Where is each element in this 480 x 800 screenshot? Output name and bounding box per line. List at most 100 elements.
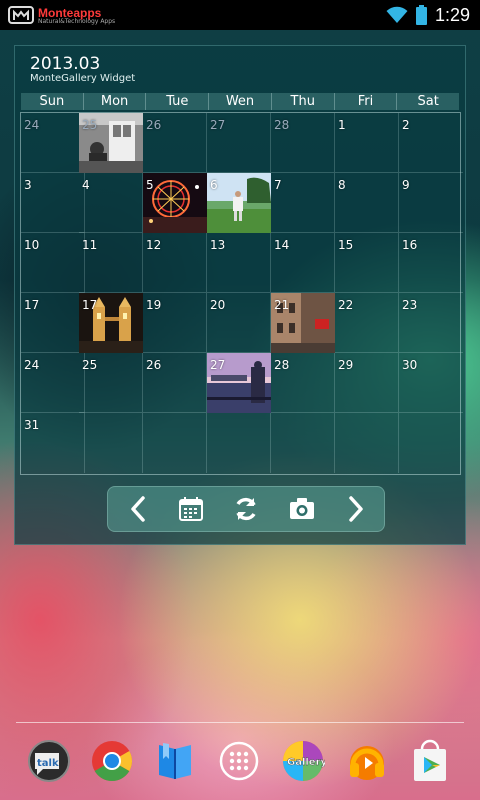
day-number: 13 xyxy=(210,238,226,252)
day-cell[interactable] xyxy=(335,413,399,473)
play-music-app[interactable] xyxy=(345,739,389,783)
widget-month-title: 2013.03 xyxy=(30,54,101,74)
day-number: 25 xyxy=(82,358,98,372)
day-cell[interactable]: 11 xyxy=(79,233,143,293)
headphones-icon xyxy=(350,746,384,780)
day-number: 24 xyxy=(24,358,40,372)
day-cell-photo[interactable]: 25 xyxy=(79,113,143,173)
day-number: 10 xyxy=(24,238,40,252)
day-cell[interactable]: 15 xyxy=(335,233,399,293)
day-number: 20 xyxy=(210,298,226,312)
day-number: 30 xyxy=(402,358,418,372)
day-cell[interactable] xyxy=(143,413,207,473)
day-cell-photo[interactable]: 21 xyxy=(271,293,335,353)
day-number: 23 xyxy=(402,298,418,312)
battery-icon xyxy=(415,5,427,25)
day-number: 22 xyxy=(338,298,354,312)
talk-icon: talk xyxy=(28,740,70,782)
calendar-grid: 24 25 26 27 28 1 2 3 4 5 6 7 8 9 10 11 1… xyxy=(20,112,463,475)
day-number: 27 xyxy=(210,118,226,132)
day-cell[interactable]: 2 xyxy=(399,113,463,173)
gallery-app[interactable]: Gallery xyxy=(281,739,328,783)
prev-month-button[interactable] xyxy=(118,493,158,525)
day-cell[interactable]: 3 xyxy=(21,173,85,233)
day-cell-photo[interactable]: 17 xyxy=(79,293,143,353)
day-cell[interactable]: 10 xyxy=(21,233,85,293)
next-icon xyxy=(349,496,363,522)
calendar-button[interactable] xyxy=(171,493,211,525)
day-cell-photo[interactable]: 6 xyxy=(207,173,271,233)
weekday-wed: Wen xyxy=(209,93,272,110)
day-cell-photo[interactable]: 5 xyxy=(143,173,207,233)
chrome-app[interactable] xyxy=(90,739,134,783)
chrome-icon xyxy=(92,741,132,781)
day-number: 24 xyxy=(24,118,40,132)
day-cell[interactable]: 24 xyxy=(21,353,85,413)
monteapps-logo-icon xyxy=(8,6,34,24)
day-cell[interactable]: 20 xyxy=(207,293,271,353)
weekday-sun: Sun xyxy=(21,93,84,110)
app-drawer-button[interactable] xyxy=(217,739,261,783)
prev-icon xyxy=(131,496,145,522)
next-month-button[interactable] xyxy=(336,493,376,525)
day-number: 15 xyxy=(338,238,354,252)
day-cell[interactable]: 22 xyxy=(335,293,399,353)
day-cell[interactable]: 7 xyxy=(271,173,335,233)
weekday-sat: Sat xyxy=(417,94,439,109)
day-cell[interactable]: 25 xyxy=(79,353,143,413)
camera-button[interactable] xyxy=(282,493,322,525)
day-cell[interactable] xyxy=(399,413,463,473)
dock-divider xyxy=(16,722,464,723)
montegallery-widget: 2013.03 MonteGallery Widget Sun Mon Tue … xyxy=(14,45,466,545)
day-number: 1 xyxy=(338,118,346,132)
clock: 1:29 xyxy=(434,4,470,25)
talk-app[interactable]: talk xyxy=(27,739,71,783)
day-cell[interactable]: 13 xyxy=(207,233,271,293)
day-number: 5 xyxy=(146,178,154,192)
day-cell[interactable]: 27 xyxy=(207,113,271,173)
day-number: 19 xyxy=(146,298,162,312)
day-cell[interactable] xyxy=(271,413,335,473)
day-number: 11 xyxy=(82,238,98,252)
play-store-app[interactable] xyxy=(408,739,452,783)
day-number: 26 xyxy=(146,118,162,132)
day-number: 25 xyxy=(82,118,98,132)
day-cell[interactable]: 17 xyxy=(21,293,85,353)
day-number: 3 xyxy=(24,178,32,192)
day-cell[interactable]: 19 xyxy=(143,293,207,353)
weekday-header: Sun Mon Tue Wen Thu Fri Sat xyxy=(21,93,459,110)
books-app[interactable] xyxy=(153,739,197,783)
day-cell[interactable]: 26 xyxy=(143,113,207,173)
day-cell[interactable]: 31 xyxy=(21,413,85,473)
day-cell[interactable]: 30 xyxy=(399,353,463,413)
day-cell[interactable]: 16 xyxy=(399,233,463,293)
day-cell[interactable]: 9 xyxy=(399,173,463,233)
day-cell[interactable]: 8 xyxy=(335,173,399,233)
day-number: 2 xyxy=(402,118,410,132)
refresh-icon xyxy=(236,497,256,521)
day-cell[interactable] xyxy=(207,413,271,473)
day-cell[interactable]: 29 xyxy=(335,353,399,413)
play-store-icon xyxy=(414,739,446,781)
day-number: 8 xyxy=(338,178,346,192)
day-cell[interactable] xyxy=(79,413,143,473)
day-cell[interactable]: 23 xyxy=(399,293,463,353)
day-cell[interactable]: 28 xyxy=(271,113,335,173)
day-number: 12 xyxy=(146,238,162,252)
calendar-icon xyxy=(179,497,203,521)
day-cell-photo[interactable]: 27 xyxy=(207,353,271,413)
day-cell[interactable]: 28 xyxy=(271,353,335,413)
day-number: 9 xyxy=(402,178,410,192)
monteapps-notification[interactable]: Monteapps Natural&Technology Apps xyxy=(8,5,115,27)
day-number: 21 xyxy=(274,298,290,312)
day-cell[interactable]: 4 xyxy=(79,173,143,233)
day-cell[interactable]: 14 xyxy=(271,233,335,293)
day-number: 28 xyxy=(274,118,290,132)
refresh-button[interactable] xyxy=(226,493,266,525)
day-cell[interactable]: 1 xyxy=(335,113,399,173)
day-number: 4 xyxy=(82,178,90,192)
day-cell[interactable]: 12 xyxy=(143,233,207,293)
day-cell[interactable]: 26 xyxy=(143,353,207,413)
app-drawer-icon xyxy=(219,741,259,781)
day-cell[interactable]: 24 xyxy=(21,113,85,173)
